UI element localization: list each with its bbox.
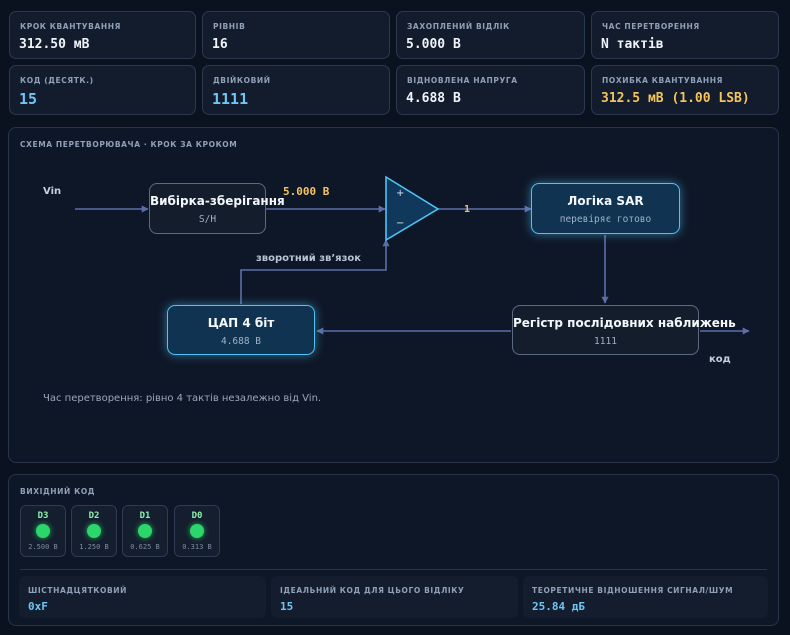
led-on-icon — [138, 524, 152, 538]
stat-value: 15 — [19, 90, 38, 108]
diagram-title: СХЕМА ПЕРЕТВОРЮВАЧА · КРОК ЗА КРОКОМ — [20, 140, 238, 149]
comparator-minus-sign: − — [396, 218, 405, 229]
code-output-label: код — [709, 354, 731, 365]
stat-label: ВІДНОВЛЕНА НАПРУГА — [407, 76, 518, 85]
summary-value: 0xF — [28, 600, 48, 613]
summary-hex: ШІСТНАДЦЯТКОВИЙ 0xF — [19, 576, 266, 618]
bit-weight: 1.250 В — [79, 543, 109, 551]
stat-card-captured-sample: ЗАХОПЛЕНИЙ ВІДЛІК 5.000 В — [396, 11, 585, 59]
bit-name: D2 — [88, 511, 100, 521]
summary-value: 25.84 дБ — [532, 600, 585, 613]
stat-label: ДВІЙКОВИЙ — [213, 76, 271, 85]
bit-d3: D3 2.500 В — [20, 505, 66, 557]
led-on-icon — [190, 524, 204, 538]
summary-label: ІДЕАЛЬНИЙ КОД ДЛЯ ЦЬОГО ВІДЛІКУ — [280, 586, 465, 595]
bit-weight: 2.500 В — [28, 543, 58, 551]
stat-value: 312.5 мВ (1.00 LSB) — [601, 91, 750, 106]
block-subtitle: 4.688 В — [220, 336, 262, 347]
sample-value-label: 5.000 В — [283, 185, 330, 198]
bit-d0: D0 0.313 В — [174, 505, 220, 557]
stat-value: 1111 — [212, 90, 249, 108]
stat-value: 5.000 В — [406, 37, 461, 52]
stat-card-quant-error: ПОХИБКА КВАНТУВАННЯ 312.5 мВ (1.00 LSB) — [591, 65, 779, 115]
conversion-time-note: Час перетворення: рівно 4 тактів незалеж… — [43, 393, 322, 404]
stat-value: N тактів — [601, 37, 664, 52]
bit-weight: 0.313 В — [182, 543, 212, 551]
stat-value: 312.50 мВ — [19, 37, 90, 52]
sar-logic-block: Логіка SAR перевіряє готово — [531, 183, 680, 234]
feedback-label: зворотний зв’язок — [256, 253, 362, 264]
stat-value: 16 — [212, 37, 228, 52]
block-subtitle: S/H — [198, 214, 217, 225]
vin-label: Vin — [43, 186, 62, 197]
bit-name: D3 — [37, 511, 49, 521]
block-title: Регістр послідовних наближень — [513, 316, 736, 330]
output-title: ВИХІДНИЙ КОД — [20, 487, 96, 496]
stat-card-conversion-time: ЧАС ПЕРЕТВОРЕННЯ N тактів — [591, 11, 779, 59]
bit-name: D1 — [139, 511, 151, 521]
stat-label: ПОХИБКА КВАНТУВАННЯ — [602, 76, 724, 85]
block-subtitle: 1111 — [594, 336, 617, 347]
bit-d2: D2 1.250 В — [71, 505, 117, 557]
stat-card-decimal-code: КОД (ДЕСЯТК.) 15 — [9, 65, 196, 115]
block-title: Вибірка-зберігання — [150, 194, 285, 208]
divider — [20, 569, 767, 570]
stat-card-quant-step: КРОК КВАНТУВАННЯ 312.50 мВ — [9, 11, 196, 59]
block-title: ЦАП 4 біт — [207, 316, 275, 330]
sample-hold-block: Вибірка-зберігання S/H — [149, 183, 285, 234]
stat-label: КРОК КВАНТУВАННЯ — [20, 22, 122, 31]
block-title: Логіка SAR — [567, 194, 644, 208]
comparator-plus-sign: + — [396, 188, 405, 199]
sar-register-block: Регістр послідовних наближень 1111 — [512, 305, 736, 355]
summary-snr: ТЕОРЕТИЧНЕ ВІДНОШЕННЯ СИГНАЛ/ШУМ 25.84 д… — [523, 576, 768, 618]
converter-diagram-panel: СХЕМА ПЕРЕТВОРЮВАЧА · КРОК ЗА КРОКОМ — [8, 127, 779, 463]
comparator-output-label: 1 — [464, 204, 471, 215]
bit-name: D0 — [191, 511, 203, 521]
summary-ideal-code: ІДЕАЛЬНИЙ КОД ДЛЯ ЦЬОГО ВІДЛІКУ 15 — [271, 576, 518, 618]
stat-value: 4.688 В — [406, 91, 461, 106]
dac-block: ЦАП 4 біт 4.688 В — [167, 305, 315, 355]
summary-label: ШІСТНАДЦЯТКОВИЙ — [28, 586, 128, 595]
stat-label: ЗАХОПЛЕНИЙ ВІДЛІК — [407, 22, 510, 31]
stat-label: РІВНІВ — [213, 22, 246, 31]
block-subtitle: перевіряє готово — [559, 214, 652, 225]
stat-card-binary-code: ДВІЙКОВИЙ 1111 — [202, 65, 390, 115]
stat-card-levels: РІВНІВ 16 — [202, 11, 390, 59]
summary-label: ТЕОРЕТИЧНЕ ВІДНОШЕННЯ СИГНАЛ/ШУМ — [532, 586, 734, 595]
bit-d1: D1 0.625 В — [122, 505, 168, 557]
bit-weight: 0.625 В — [130, 543, 160, 551]
stat-label: ЧАС ПЕРЕТВОРЕННЯ — [602, 22, 700, 31]
summary-value: 15 — [280, 600, 294, 613]
led-on-icon — [87, 524, 101, 538]
stat-card-restored-voltage: ВІДНОВЛЕНА НАПРУГА 4.688 В — [396, 65, 585, 115]
led-on-icon — [36, 524, 50, 538]
stat-label: КОД (ДЕСЯТК.) — [20, 76, 94, 85]
